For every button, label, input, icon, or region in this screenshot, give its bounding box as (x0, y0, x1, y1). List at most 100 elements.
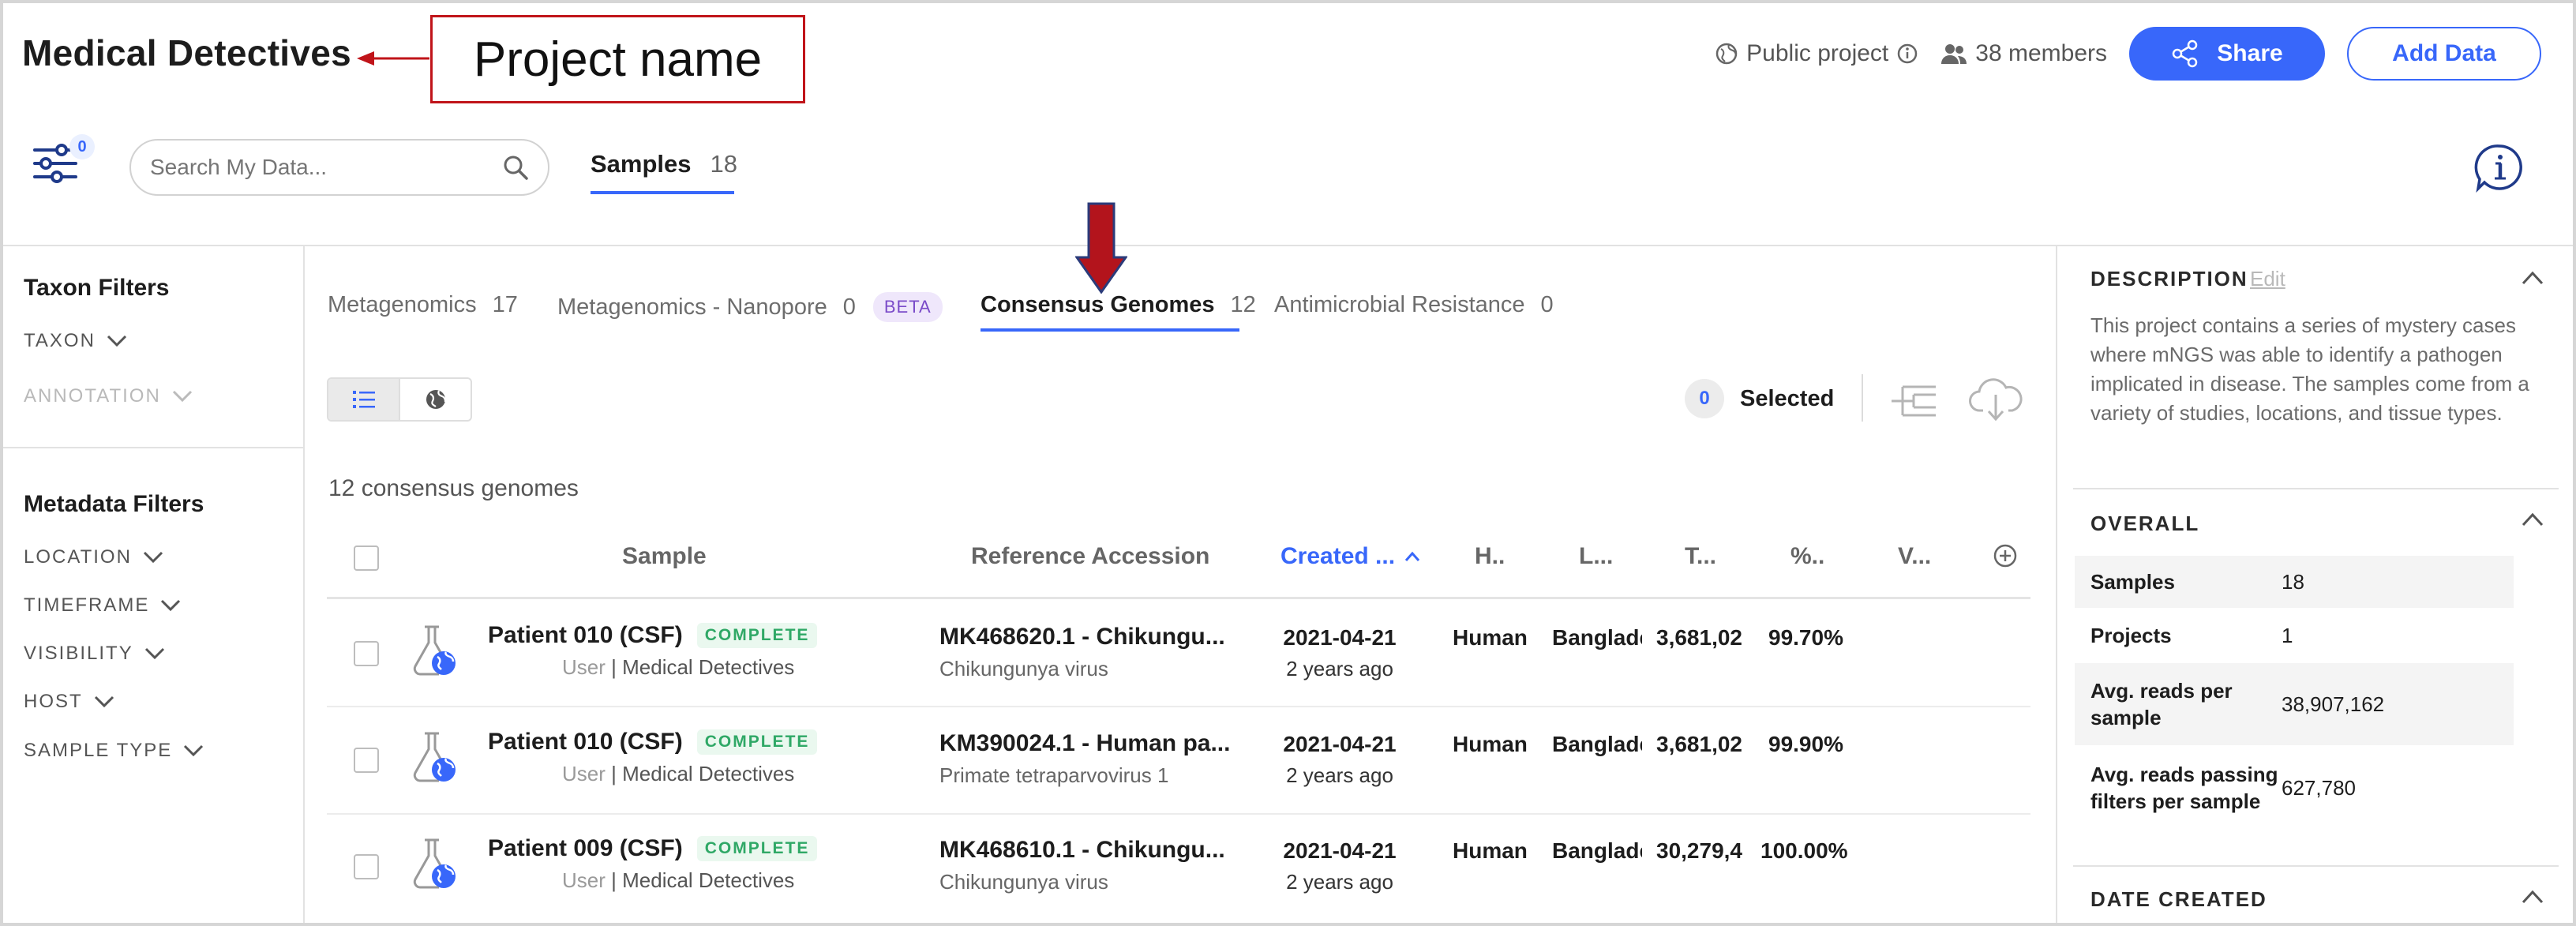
tab-consensus-count: 12 (1230, 292, 1256, 317)
search-field[interactable] (129, 139, 549, 196)
sample-name[interactable]: Patient 010 (CSF) (488, 729, 683, 755)
row-checkbox[interactable] (354, 854, 379, 879)
project-description: This project contains a series of myster… (2090, 313, 2529, 425)
search-icon[interactable] (502, 154, 529, 181)
total-reads-value: 3,681,02 (1656, 732, 1742, 756)
annotation-filter-label: ANNOTATION (24, 385, 161, 407)
share-button[interactable]: Share (2129, 27, 2325, 81)
chevron-down-icon (144, 647, 164, 660)
stat-value: 18 (2282, 569, 2304, 594)
annotation-arrow-left-icon (357, 51, 429, 66)
filters-sidebar: Taxon Filters TAXON ANNOTATION Metadata … (3, 246, 305, 923)
selected-count: 0 (1685, 379, 1724, 418)
sample-flask-globe-icon (413, 625, 456, 676)
percent-value: 100.00% (1760, 838, 1848, 863)
header-actions: Public project 38 members Share Add Data (1715, 27, 2541, 81)
list-view-button[interactable] (328, 379, 400, 420)
created-date: 2021-04-21 (1283, 838, 1397, 863)
tab-amr-label: Antimicrobial Resistance (1274, 292, 1525, 317)
edit-description-link[interactable]: Edit (2250, 267, 2285, 291)
host-value: Human (1453, 838, 1528, 863)
sample-type-filter-dropdown[interactable]: SAMPLE TYPE (24, 740, 204, 762)
globe-icon (1715, 43, 1738, 65)
phylo-tree-icon[interactable] (1890, 377, 1937, 422)
sample-name[interactable]: Patient 009 (CSF) (488, 835, 683, 862)
tab-samples[interactable]: Samples 18 (591, 150, 737, 178)
row-checkbox[interactable] (354, 748, 379, 773)
sample-flask-globe-icon (413, 838, 456, 889)
tab-samples-count: 18 (710, 150, 737, 178)
chevron-up-icon[interactable] (2521, 889, 2544, 905)
row-checkbox[interactable] (354, 641, 379, 666)
tab-consensus-genomes[interactable]: Consensus Genomes 12 (981, 292, 1256, 318)
status-badge: COMPLETE (696, 729, 818, 755)
stat-value: 627,780 (2282, 775, 2356, 800)
column-header-created[interactable]: Created ... (1281, 543, 1420, 570)
column-header-reference-accession[interactable]: Reference Accession (971, 543, 1209, 570)
search-input[interactable] (150, 155, 502, 180)
column-header-v[interactable]: V... (1898, 543, 1931, 570)
selection-indicator: 0 Selected (1685, 379, 1834, 418)
reference-accession[interactable]: MK468610.1 - Chikungu... (939, 837, 1239, 864)
status-badge: COMPLETE (696, 623, 818, 648)
annotation-label: Project name (430, 15, 805, 103)
reference-organism: Chikungunya virus (939, 657, 1108, 680)
tab-metagenomics-count: 17 (492, 292, 518, 317)
total-reads-value: 3,681,02 (1656, 625, 1742, 650)
location-filter-dropdown[interactable]: LOCATION (24, 546, 163, 568)
share-icon (2173, 39, 2198, 68)
host-value: Human (1453, 732, 1528, 756)
info-panel-icon[interactable] (2474, 142, 2525, 193)
tab-metagenomics[interactable]: Metagenomics 17 (328, 292, 518, 318)
reference-accession[interactable]: KM390024.1 - Human pa... (939, 730, 1239, 757)
list-icon (352, 391, 375, 408)
stat-projects: Projects 1 (2075, 609, 2514, 662)
table-header-divider (327, 597, 2030, 599)
taxon-filter-dropdown[interactable]: TAXON (24, 330, 127, 352)
members-label: 38 members (1975, 40, 2107, 66)
timeframe-filter-dropdown[interactable]: TIMEFRAME (24, 594, 181, 617)
row-divider (327, 706, 2030, 707)
share-label: Share (2217, 40, 2283, 66)
view-toggle (327, 377, 472, 422)
annotation-filter-dropdown[interactable]: ANNOTATION (24, 385, 193, 407)
stat-key: Avg. reads passing filters per sample (2090, 763, 2278, 813)
host-filter-dropdown[interactable]: HOST (24, 691, 114, 713)
tab-samples-label: Samples (591, 150, 692, 178)
percent-value: 99.90% (1768, 732, 1843, 756)
map-view-button[interactable] (400, 379, 471, 420)
tab-consensus-label: Consensus Genomes (981, 292, 1215, 317)
stat-avg-reads-passing: Avg. reads passing filters per sample 62… (2075, 747, 2514, 829)
cloud-download-icon[interactable] (1969, 374, 2023, 423)
created-date: 2021-04-21 (1283, 732, 1397, 756)
add-column-icon[interactable] (1993, 543, 2018, 568)
column-header-percent[interactable]: %.. (1790, 543, 1824, 570)
total-reads-value: 30,279,4 (1656, 838, 1742, 863)
info-circle-icon[interactable] (1896, 43, 1918, 65)
column-header-sample[interactable]: Sample (622, 543, 707, 570)
members-indicator[interactable]: 38 members (1940, 40, 2107, 67)
chevron-down-icon (161, 599, 181, 612)
visibility-filter-dropdown[interactable]: VISIBILITY (24, 643, 165, 665)
sample-user: User (562, 868, 606, 892)
tab-antimicrobial-resistance[interactable]: Antimicrobial Resistance 0 (1274, 292, 1554, 318)
column-header-total-reads[interactable]: T... (1685, 543, 1716, 570)
created-relative: 2 years ago (1286, 763, 1393, 787)
stat-value: 1 (2282, 623, 2293, 647)
sample-name[interactable]: Patient 010 (CSF) (488, 622, 683, 649)
active-tab-underline (981, 328, 1239, 332)
visibility-indicator[interactable]: Public project (1715, 40, 1918, 67)
column-header-location[interactable]: L... (1579, 543, 1613, 570)
chevron-up-icon[interactable] (2521, 512, 2544, 527)
reference-accession[interactable]: MK468620.1 - Chikungu... (939, 624, 1239, 650)
tab-metagenomics-nanopore[interactable]: Metagenomics - Nanopore 0 BETA (557, 292, 943, 322)
taxon-filters-title: Taxon Filters (24, 275, 170, 301)
panel-divider (2073, 488, 2559, 489)
select-all-checkbox[interactable] (354, 545, 379, 571)
location-value: Banglade (1552, 732, 1642, 756)
add-data-button[interactable]: Add Data (2347, 27, 2541, 81)
result-count: 12 consensus genomes (328, 475, 579, 501)
column-header-host[interactable]: H.. (1475, 543, 1505, 570)
sample-owner: User | Medical Detectives (562, 655, 795, 679)
chevron-up-icon[interactable] (2521, 270, 2544, 286)
